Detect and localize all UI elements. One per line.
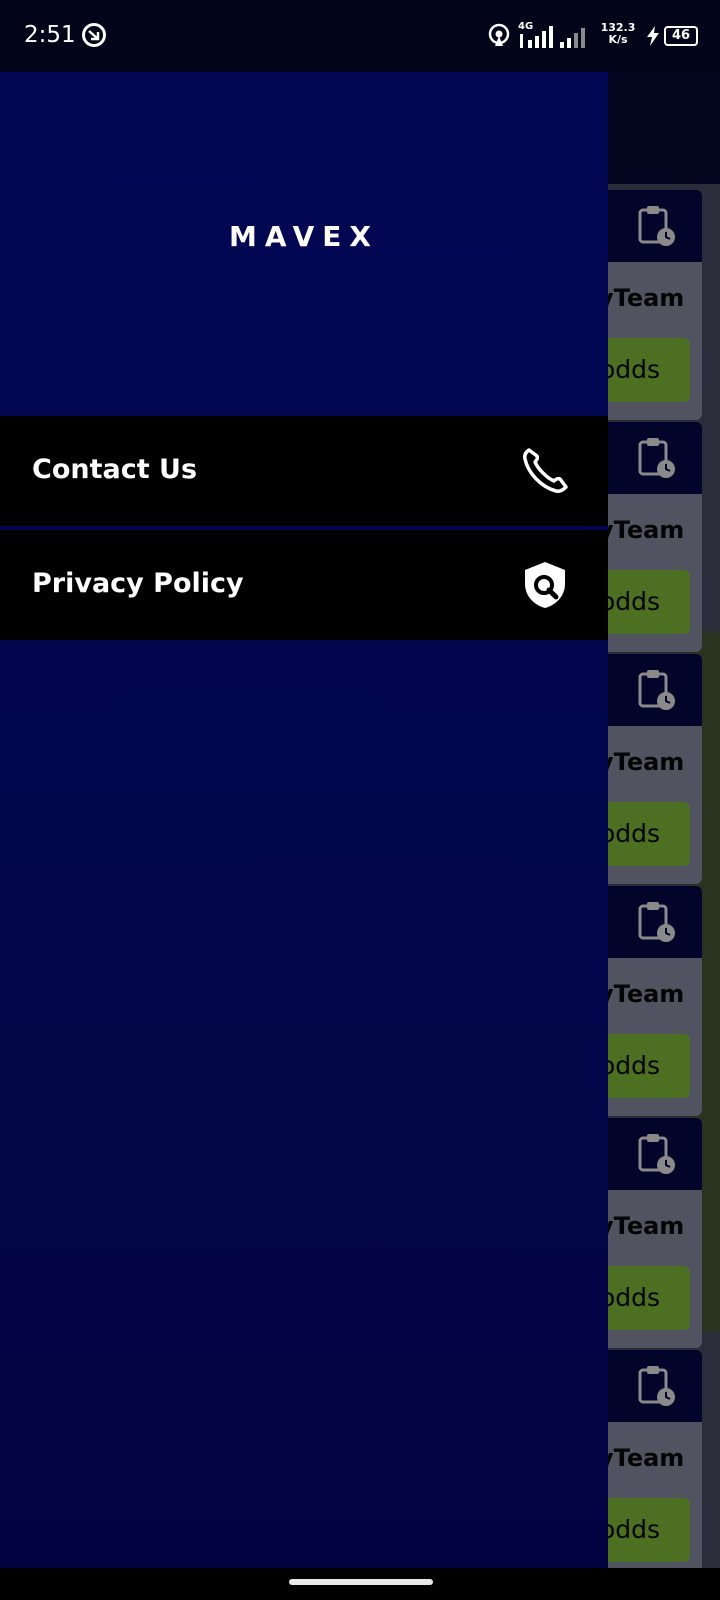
menu-item-privacy-policy[interactable]: Privacy Policy — [0, 530, 608, 640]
charging-icon — [647, 26, 659, 46]
home-indicator[interactable] — [289, 1579, 433, 1585]
status-time: 2:51 — [24, 22, 76, 48]
clipboard-clock-icon — [638, 902, 675, 942]
team-name: yTeam — [598, 1444, 685, 1472]
clipboard-clock-icon — [638, 1366, 675, 1406]
clipboard-clock-icon — [638, 206, 675, 246]
system-navigation-bar — [0, 1568, 720, 1600]
clipboard-clock-icon — [638, 670, 675, 710]
battery-icon: 46 — [664, 26, 698, 46]
hotspot-icon — [488, 23, 510, 46]
phone-icon — [523, 448, 568, 493]
shield-search-icon — [525, 562, 565, 608]
network-speed: 132.3 K/s — [596, 22, 640, 46]
team-name: yTeam — [598, 1212, 685, 1240]
team-name: yTeam — [598, 980, 685, 1008]
menu-item-label: Contact Us — [32, 454, 198, 485]
clipboard-clock-icon — [638, 438, 675, 478]
clipboard-clock-icon — [638, 1134, 675, 1174]
network-type: 4G — [518, 21, 533, 32]
signal-4g-icon: 4G — [518, 21, 553, 48]
team-name: yTeam — [598, 284, 685, 312]
speed-unit: K/s — [608, 33, 628, 46]
menu-item-contact-us[interactable]: Contact Us — [0, 416, 608, 526]
status-icons: 4G 132.3 K/s 46 — [438, 20, 698, 52]
team-name: yTeam — [598, 748, 685, 776]
status-bar: 2:51 4G 132.3 K/s 46 — [0, 0, 720, 72]
navigation-drawer: MAVEX Contact Us Privacy Policy — [0, 72, 608, 1568]
menu-item-label: Privacy Policy — [32, 568, 244, 599]
brand-logo: MAVEX — [228, 220, 380, 253]
team-name: yTeam — [598, 516, 685, 544]
do-not-disturb-icon — [82, 23, 106, 47]
signal-icon — [560, 28, 585, 48]
